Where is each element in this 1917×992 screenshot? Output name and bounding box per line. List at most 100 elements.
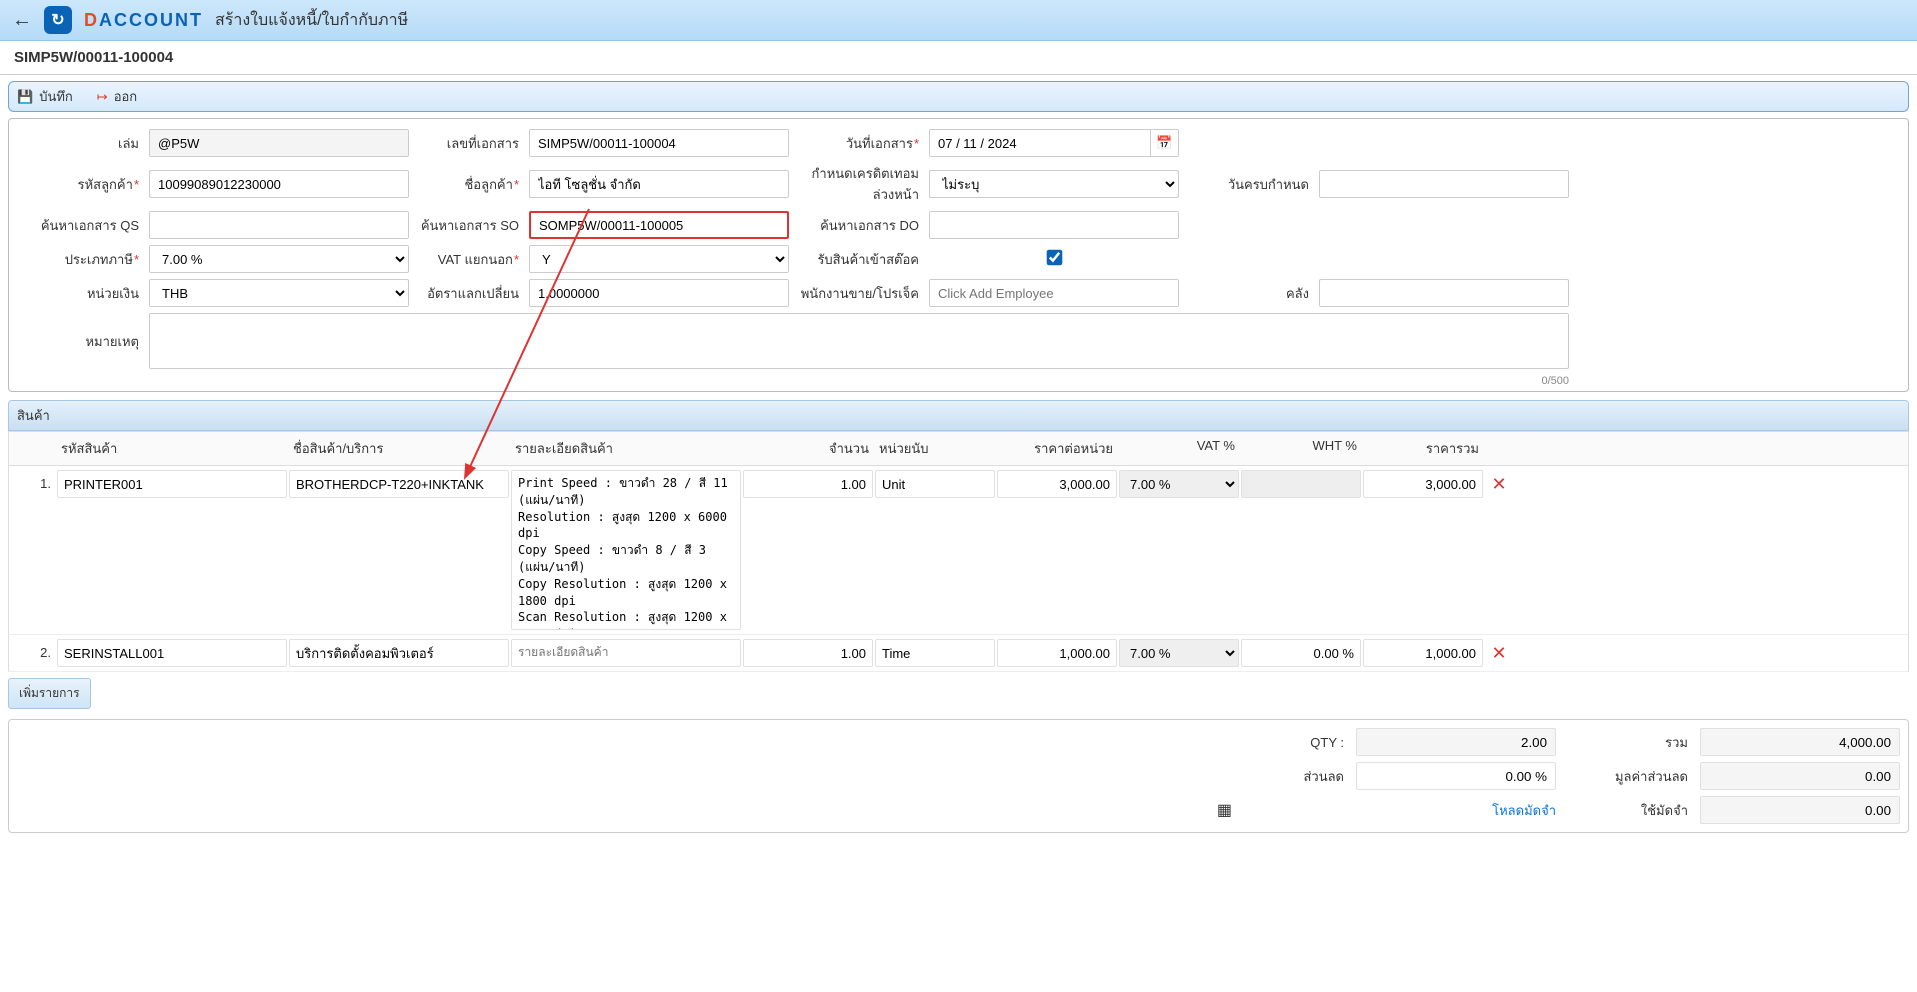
hd-name: ชื่อสินค้า/บริการ (289, 436, 509, 461)
page-title: สร้างใบแจ้งหนี้/ใบกำกับภาษี (215, 8, 408, 33)
add-row-button[interactable]: เพิ่มรายการ (8, 678, 91, 709)
lbl-docdate: วันที่เอกสาร (799, 133, 919, 154)
item-price-input[interactable] (997, 470, 1117, 498)
lbl-duedate: วันครบกำหนด (1189, 174, 1309, 195)
brand-rest: ACCOUNT (99, 10, 203, 31)
lbl-tqty: QTY : (1244, 735, 1344, 750)
item-total-input[interactable] (1363, 470, 1483, 498)
book-input (149, 129, 409, 157)
app-topbar: ← ↻ DACCOUNT สร้างใบแจ้งหนี้/ใบกำกับภาษี (0, 0, 1917, 41)
lbl-vatsplit: VAT แยกนอก (419, 249, 519, 270)
exit-button[interactable]: ↦ ออก (97, 86, 137, 107)
totals-panel: QTY : รวม ส่วนลด มูลค่าส่วนลด ▦ โหลดมัดจ… (8, 719, 1909, 833)
doc-ref-header: SIMP5W/00011-100004 (0, 41, 1917, 75)
lbl-custname: ชื่อลูกค้า (419, 174, 519, 195)
back-arrow-icon[interactable]: ← (12, 9, 32, 32)
lbl-taxtype: ประเภทภาษี (19, 249, 139, 270)
hd-code: รหัสสินค้า (57, 436, 287, 461)
save-icon: 💾 (17, 89, 33, 105)
exrate-input[interactable] (529, 279, 789, 307)
hd-vat: VAT % (1119, 436, 1239, 455)
lbl-usedep: ใช้มัดจำ (1568, 800, 1688, 821)
lbl-sales: พนักงานขาย/โปรเจ็ค (799, 283, 919, 304)
hd-total: ราคารวม (1363, 436, 1483, 461)
note-counter: 0/500 (1319, 375, 1569, 387)
item-code-input[interactable] (57, 639, 287, 667)
delete-row-icon[interactable]: ✕ (1485, 639, 1513, 664)
app-logo-icon: ↻ (44, 6, 72, 34)
item-total-input[interactable] (1363, 639, 1483, 667)
item-row: 2. 7.00 % ✕ (8, 635, 1909, 672)
lbl-finddo: ค้นหาเอกสาร DO (799, 215, 919, 236)
item-vat-select[interactable]: 7.00 % (1119, 470, 1239, 498)
load-deposit-link[interactable]: โหลดมัดจำ (1356, 800, 1556, 821)
row-index: 2. (15, 639, 55, 660)
findso-input[interactable] (529, 211, 789, 239)
currency-select[interactable]: THB (149, 279, 409, 307)
lbl-subtotal: รวม (1568, 732, 1688, 753)
lbl-custcode: รหัสลูกค้า (19, 174, 139, 195)
brand-logo: DACCOUNT (84, 10, 203, 31)
docno-input[interactable] (529, 129, 789, 157)
item-wht-input (1241, 470, 1361, 498)
use-deposit (1700, 796, 1900, 824)
item-vat-select[interactable]: 7.00 % (1119, 639, 1239, 667)
item-detail-input[interactable]: Print Speed : ขาวดำ 28 / สี 11 (แผ่น/นาท… (511, 470, 741, 630)
finddo-input[interactable] (929, 211, 1179, 239)
item-name-input[interactable] (289, 639, 509, 667)
vatsplit-select[interactable]: Y (529, 245, 789, 273)
hd-wht: WHT % (1241, 436, 1361, 455)
warehouse-input[interactable] (1319, 279, 1569, 307)
item-wht-input[interactable] (1241, 639, 1361, 667)
table-icon[interactable]: ▦ (17, 800, 1232, 820)
lbl-credit: กำหนดเครดิตเทอมล่วงหน้า (799, 163, 919, 205)
items-header-row: รหัสสินค้า ชื่อสินค้า/บริการ รายละเอียดส… (8, 431, 1909, 466)
exit-icon: ↦ (97, 89, 108, 105)
delete-row-icon[interactable]: ✕ (1485, 470, 1513, 495)
row-index: 1. (15, 470, 55, 491)
total-qty (1356, 728, 1556, 756)
item-detail-input[interactable] (511, 639, 741, 667)
items-section-title: สินค้า (8, 400, 1909, 431)
note-textarea[interactable] (149, 313, 1569, 369)
duedate-input[interactable] (1319, 170, 1569, 198)
lbl-note: หมายเหตุ (19, 331, 139, 352)
hd-qty: จำนวน (743, 436, 873, 461)
discount-pct[interactable] (1356, 762, 1556, 790)
receivestock-checkbox[interactable] (1046, 250, 1062, 266)
item-row: 1. Print Speed : ขาวดำ 28 / สี 11 (แผ่น/… (8, 466, 1909, 635)
item-qty-input[interactable] (743, 470, 873, 498)
lbl-exrate: อัตราแลกเปลี่ยน (419, 283, 519, 304)
lbl-warehouse: คลัง (1189, 283, 1309, 304)
custcode-input[interactable] (149, 170, 409, 198)
findqs-input[interactable] (149, 211, 409, 239)
docdate-input[interactable] (929, 129, 1151, 157)
action-toolbar: 💾 บันทึก ↦ ออก (8, 81, 1909, 112)
item-price-input[interactable] (997, 639, 1117, 667)
lbl-book: เล่ม (19, 133, 139, 154)
lbl-discamt: มูลค่าส่วนลด (1568, 766, 1688, 787)
lbl-findso: ค้นหาเอกสาร SO (419, 215, 519, 236)
item-unit-input[interactable] (875, 470, 995, 498)
salesperson-input[interactable] (929, 279, 1179, 307)
calendar-icon[interactable]: 📅 (1151, 129, 1179, 157)
item-unit-input[interactable] (875, 639, 995, 667)
creditterm-select[interactable]: ไม่ระบุ (929, 170, 1179, 198)
save-button[interactable]: 💾 บันทึก (17, 86, 73, 107)
hd-unit: หน่วยนับ (875, 436, 995, 461)
hd-detail: รายละเอียดสินค้า (511, 436, 741, 461)
lbl-currency: หน่วยเงิน (19, 283, 139, 304)
lbl-discount: ส่วนลด (1244, 766, 1344, 787)
lbl-docno: เลขที่เอกสาร (419, 133, 519, 154)
item-code-input[interactable] (57, 470, 287, 498)
item-name-input[interactable] (289, 470, 509, 498)
header-form-panel: เล่ม เลขที่เอกสาร วันที่เอกสาร 📅 รหัสลูก… (8, 118, 1909, 392)
lbl-findqs: ค้นหาเอกสาร QS (19, 215, 139, 236)
lbl-stock: รับสินค้าเข้าสต๊อค (799, 249, 919, 270)
taxtype-select[interactable]: 7.00 % (149, 245, 409, 273)
subtotal (1700, 728, 1900, 756)
custname-input[interactable] (529, 170, 789, 198)
brand-d: D (84, 10, 97, 31)
item-qty-input[interactable] (743, 639, 873, 667)
discount-amt (1700, 762, 1900, 790)
